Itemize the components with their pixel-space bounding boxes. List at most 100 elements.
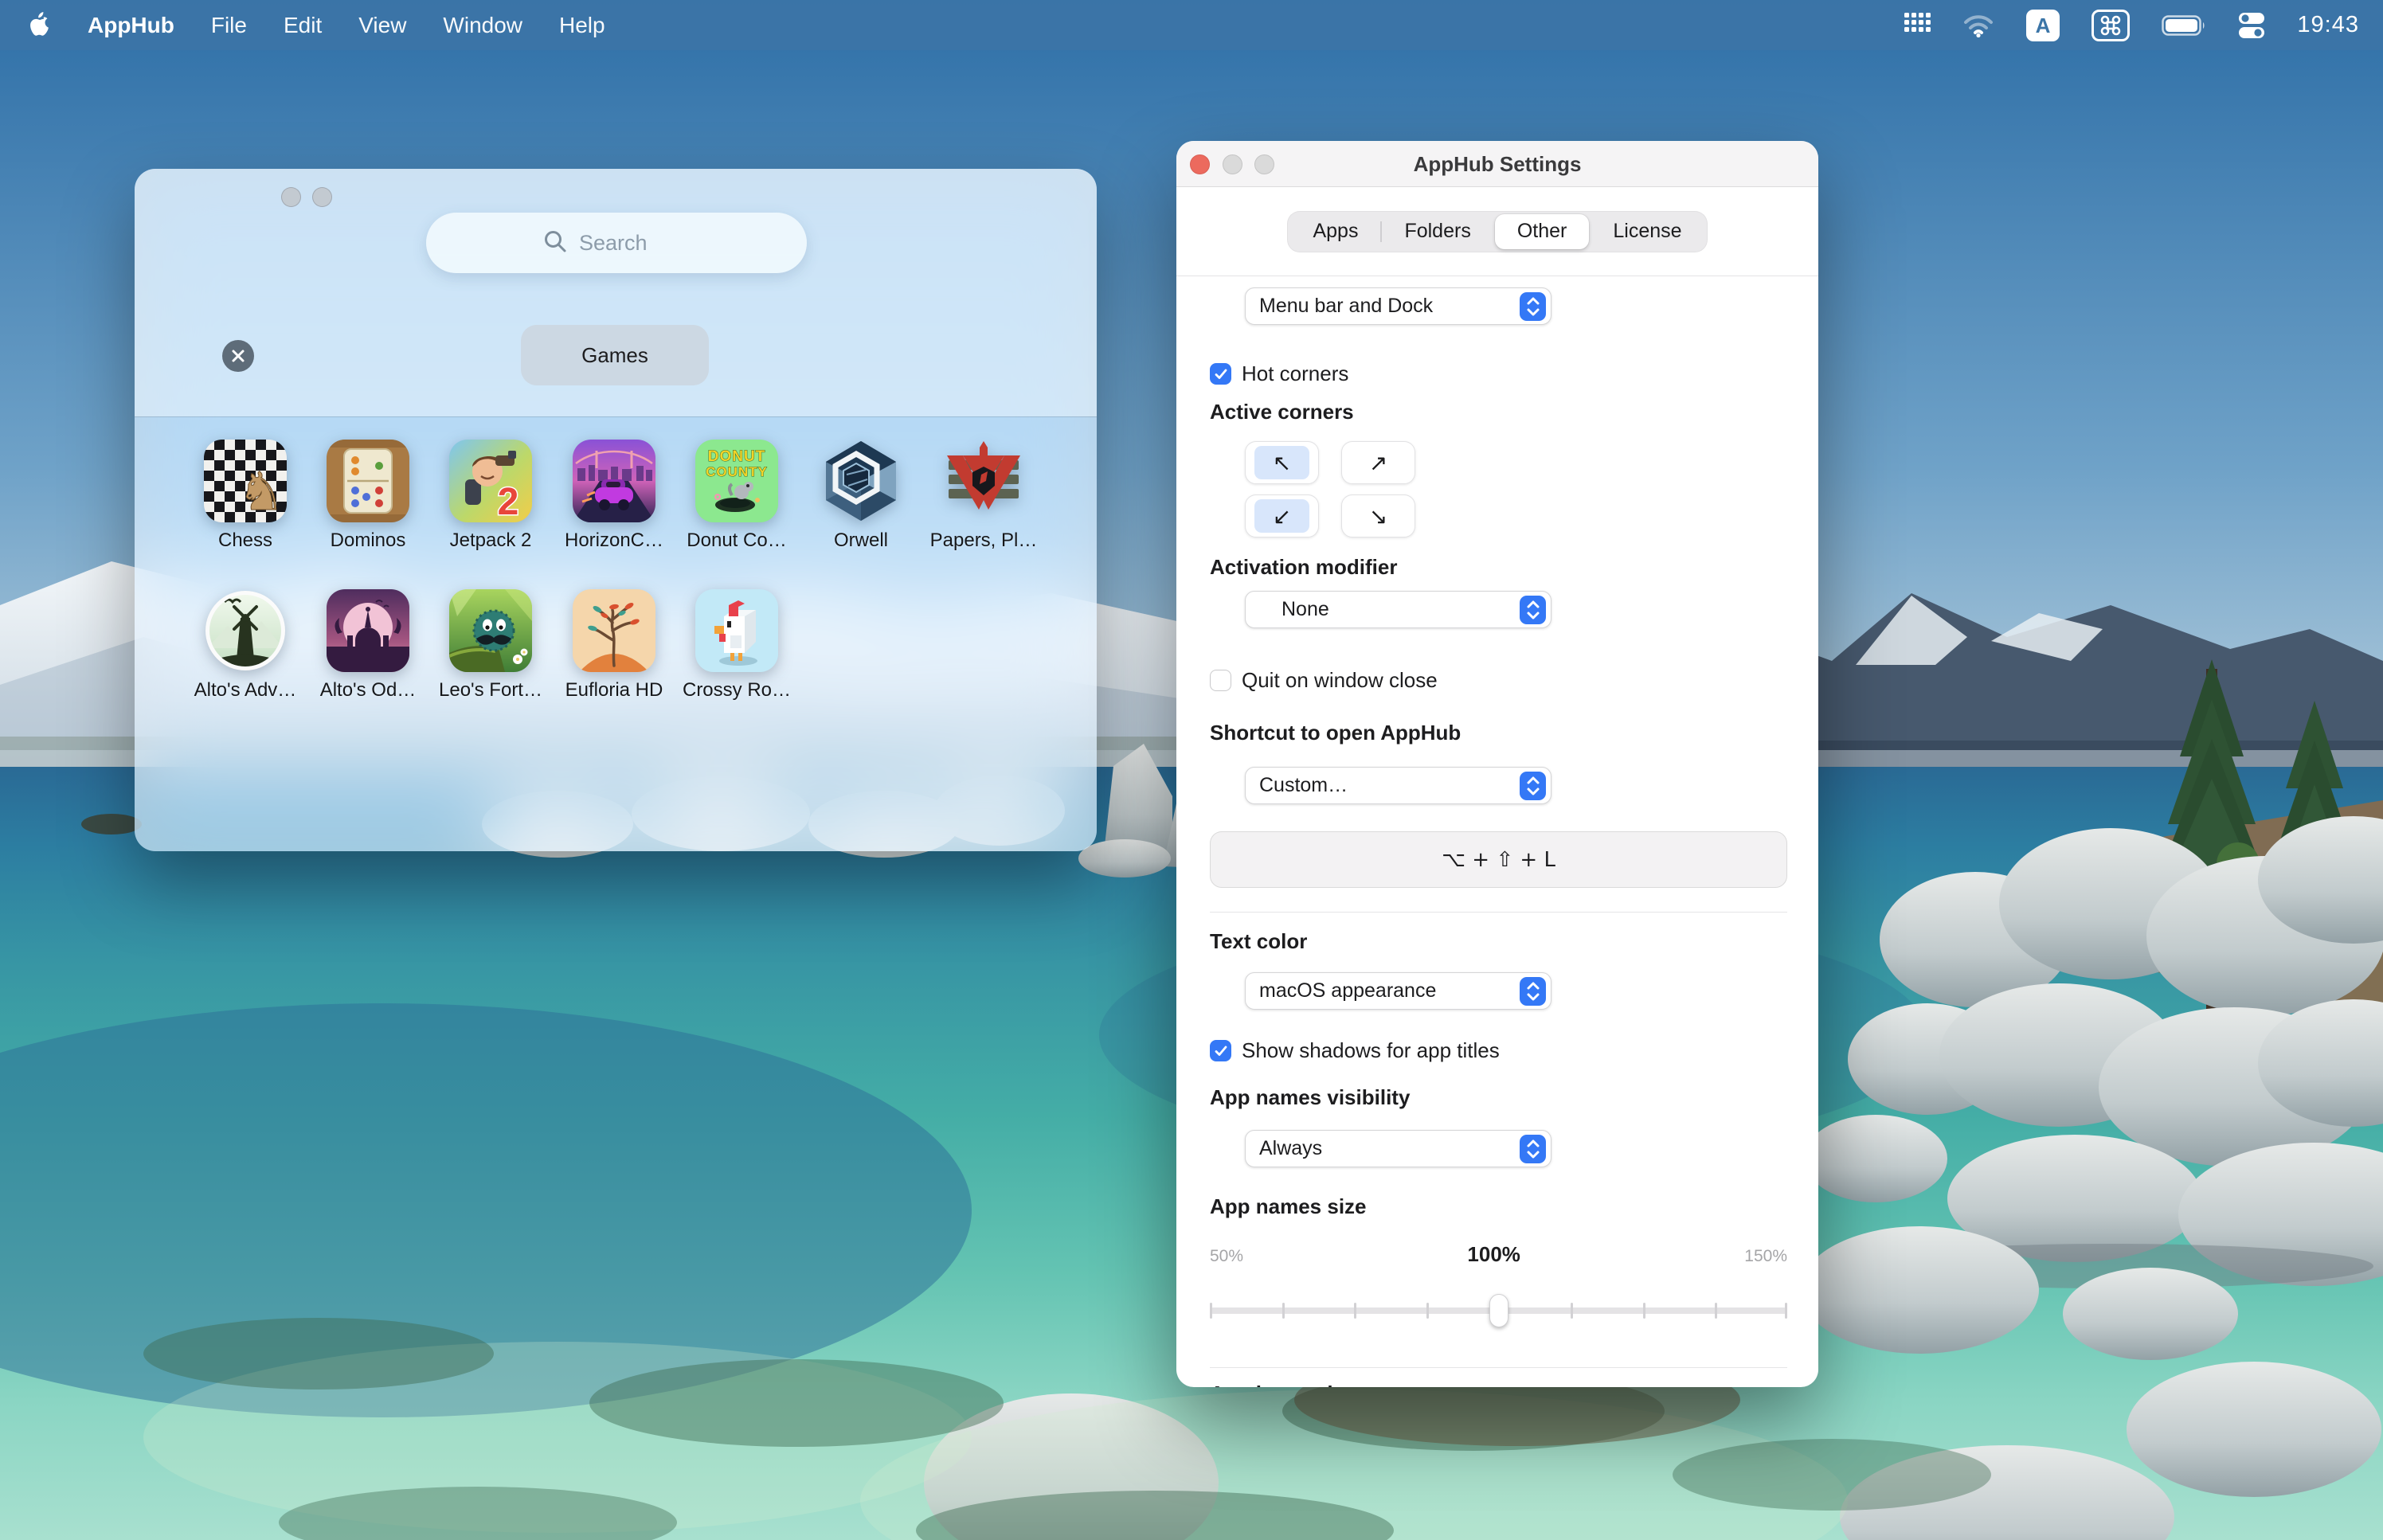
app-label: Alto's Adv… [186,679,305,702]
launcher-minimize-button[interactable] [312,187,332,207]
filter-chip-games[interactable]: Games [521,325,709,385]
apple-menu-icon[interactable] [27,12,51,39]
active-corners-heading: Active corners [1210,400,1354,424]
size-current-label: 100% [1467,1242,1520,1267]
popup-stepper-icon [1520,596,1546,624]
menu-edit[interactable]: Edit [284,13,322,38]
corner-top-right-button[interactable]: ↗ [1341,441,1415,484]
search-input[interactable] [579,231,691,256]
search-icon [542,229,568,258]
app-orwell[interactable]: Orwell [801,440,921,552]
shortcut-popup-value: Custom… [1246,774,1348,797]
app-label: Eufloria HD [554,679,674,702]
desktop: AppHub File Edit View Window Help [0,0,2383,1540]
menu-help[interactable]: Help [559,13,605,38]
menu-window[interactable]: Window [443,13,522,38]
arrow-up-right-icon: ↗ [1369,450,1387,476]
slider-tick [1785,1303,1787,1319]
menu-bar: AppHub File Edit View Window Help [0,0,2383,50]
text-color-popup[interactable]: macOS appearance [1245,972,1551,1010]
slider-tick [1715,1303,1717,1319]
app-names-visibility-heading: App names visibility [1210,1085,1410,1110]
size-min-label: 50% [1210,1247,1243,1266]
keyboard-command-icon[interactable] [2091,10,2130,41]
app-dominos[interactable]: Dominos [308,440,428,552]
corner-bottom-left-button[interactable]: ↙ [1245,494,1319,537]
slider-tick [1354,1303,1356,1319]
quit-on-close-label: Quit on window close [1242,668,1438,693]
input-source-icon[interactable]: A [2026,10,2060,41]
popup-stepper-icon [1520,977,1546,1006]
app-names-size-scale: 50% 100% 150% [1210,1242,1787,1267]
arrow-down-left-icon: ↙ [1273,503,1291,530]
active-corners-grid: ↖ ↗ ↙ ↘ [1245,441,1415,537]
app-label: Dominos [308,530,428,552]
hot-corners-checkbox[interactable] [1210,363,1231,385]
activation-modifier-value: None [1246,598,1329,621]
app-altos-odyssey[interactable]: Alto's Od… [308,589,428,702]
battery-icon[interactable] [2162,15,2206,36]
popup-stepper-icon [1520,292,1546,321]
arrow-down-right-icon: ↘ [1369,503,1387,530]
control-toggles-icon[interactable] [2238,11,2265,40]
menubar-app-name[interactable]: AppHub [88,13,174,38]
app-eufloria-hd[interactable]: Eufloria HD [554,589,674,702]
menu-file[interactable]: File [211,13,247,38]
app-crossy-road[interactable]: Crossy Ro… [677,589,796,702]
app-donut-county[interactable]: DONUT COUNTY Donut Co… [677,440,796,552]
shortcut-recorder-field[interactable]: ⌥ + ⇧ + L [1210,831,1787,888]
launcher-close-button[interactable] [281,187,301,207]
app-leos-fortune[interactable]: Leo's Fort… [431,589,550,702]
section-divider [1210,1367,1787,1368]
wifi-icon[interactable] [1962,14,1994,37]
papers-please-app-icon [942,440,1025,522]
slider-tick [1426,1303,1429,1319]
popup-stepper-icon [1520,1135,1546,1163]
menu-view[interactable]: View [358,13,406,38]
app-names-visibility-popup[interactable]: Always [1245,1130,1551,1167]
show-shadows-row[interactable]: Show shadows for app titles [1210,1038,1500,1063]
shortcut-popup[interactable]: Custom… [1245,767,1551,804]
show-shadows-label: Show shadows for app titles [1242,1038,1500,1063]
corner-bottom-right-button[interactable]: ↘ [1341,494,1415,537]
hot-corners-label: Hot corners [1242,362,1348,386]
jetpack-2-app-icon: 2 [449,440,532,522]
slider-tick [1210,1303,1212,1319]
svg-text:A: A [2036,14,2051,37]
slider-tick [1282,1303,1285,1319]
app-chess[interactable]: ♞ Chess [186,440,305,552]
hot-corners-row[interactable]: Hot corners [1210,362,1348,386]
launcher-divider [135,416,1097,417]
apphub-launcher-window: Games ♞ Chess [135,169,1097,851]
app-label: Orwell [801,530,921,552]
clear-filter-button[interactable] [222,340,254,372]
quit-on-close-row[interactable]: Quit on window close [1210,668,1438,693]
horizon-chase-app-icon [573,440,655,522]
show-in-popup[interactable]: Menu bar and Dock [1245,287,1551,325]
apphub-settings-window: AppHub Settings Apps Folders Other Licen… [1176,141,1818,1387]
popup-stepper-icon [1520,772,1546,800]
text-color-heading: Text color [1210,929,1307,954]
app-label: HorizonC… [554,530,674,552]
show-shadows-checkbox[interactable] [1210,1040,1231,1061]
app-names-visibility-value: Always [1246,1137,1322,1160]
apps-grid-icon[interactable] [1904,12,1931,39]
menubar-clock[interactable]: 19:43 [2297,12,2359,38]
search-field[interactable] [426,213,807,273]
slider-thumb[interactable] [1489,1294,1508,1327]
app-altos-adventure[interactable]: Alto's Adv… [186,589,305,702]
corner-top-left-button[interactable]: ↖ [1245,441,1319,484]
app-label: Crossy Ro… [677,679,796,702]
activation-modifier-popup[interactable]: None [1245,591,1551,628]
quit-on-close-checkbox[interactable] [1210,670,1231,691]
eufloria-hd-app-icon [573,589,655,672]
app-jetpack-2[interactable]: 2 Jetpack 2 [431,440,550,552]
svg-text:COUNTY: COUNTY [706,464,768,479]
app-papers-please[interactable]: Papers, Pl… [924,440,1043,552]
app-label: Leo's Fort… [431,679,550,702]
arrow-up-left-icon: ↖ [1273,450,1291,476]
activation-modifier-heading: Activation modifier [1210,555,1397,580]
app-horizon-chase[interactable]: HorizonC… [554,440,674,552]
app-names-size-slider[interactable] [1210,1294,1787,1327]
text-color-value: macOS appearance [1246,979,1436,1003]
